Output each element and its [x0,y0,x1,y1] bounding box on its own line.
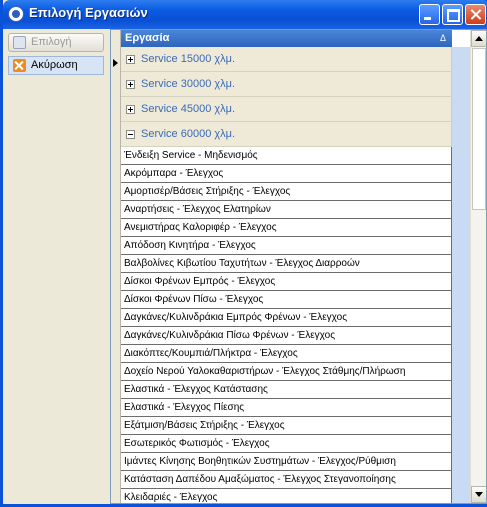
collapse-icon[interactable] [126,130,135,139]
group-row[interactable]: Service 60000 χλμ. [121,122,452,147]
table-row[interactable]: Κατάσταση Δαπέδου Αμαξώματος - Έλεγχος Σ… [121,471,452,489]
column-header-task[interactable]: Εργασία Δ [121,30,452,47]
table-row[interactable]: Ιμάντες Κίνησης Βοηθητικών Συστημάτων - … [121,453,452,471]
sort-ascending-icon: Δ [439,33,446,43]
group-label: Service 60000 χλμ. [141,128,236,140]
cancel-button-label: Ακύρωση [31,59,78,71]
selection-window: Επιλογή Εργασιών Επιλογή Ακύρωση Εργασία… [0,0,487,507]
scroll-up-button[interactable] [471,30,486,47]
table-row[interactable]: Βαλβολίνες Κιβωτίου Ταχυτήτων - Έλεγχος … [121,255,452,273]
grid-empty-column [452,47,470,503]
table-row[interactable]: Αναρτήσεις - Έλεγχος Ελατηρίων [121,201,452,219]
scroll-thumb[interactable] [472,48,486,210]
table-row[interactable]: Εσωτερικός Φωτισμός - Έλεγχος [121,435,452,453]
table-row[interactable]: Ανεμιστήρας Καλοριφέρ - Έλεγχος [121,219,452,237]
app-icon [8,6,24,22]
group-label: Service 30000 χλμ. [141,78,236,90]
group-row[interactable]: Service 45000 χλμ. [121,97,452,122]
disk-icon [13,36,26,49]
expand-icon[interactable] [126,105,135,114]
table-row[interactable]: Δίσκοι Φρένων Εμπρός - Έλεγχος [121,273,452,291]
vertical-scrollbar[interactable] [470,30,486,503]
table-row[interactable]: Δοχείο Νερού Υαλοκαθαριστήρων - Έλεγχος … [121,363,452,381]
table-row[interactable]: Ακρόμπαρα - Έλεγχος [121,165,452,183]
table-row[interactable]: Κλειδαριές - Έλεγχος [121,489,452,503]
table-row[interactable]: Ελαστικά - Έλεγχος Κατάστασης [121,381,452,399]
select-button-label: Επιλογή [31,36,72,48]
expand-icon[interactable] [126,80,135,89]
table-row[interactable]: Απόδοση Κινητήρα - Έλεγχος [121,237,452,255]
scroll-down-button[interactable] [471,486,486,503]
table-row[interactable]: Δαγκάνες/Κυλινδράκια Πίσω Φρένων - Έλεγχ… [121,327,452,345]
close-button[interactable] [465,4,486,25]
column-header-label: Εργασία [125,32,170,44]
select-button[interactable]: Επιλογή [8,33,104,52]
row-indicator-column [111,30,121,503]
cancel-button[interactable]: Ακύρωση [8,56,104,75]
window-title: Επιλογή Εργασιών [29,5,148,20]
grid-rows: Service 15000 χλμ. Service 30000 χλμ. Serv… [121,47,452,503]
maximize-button[interactable] [442,4,463,25]
table-row[interactable]: Δαγκάνες/Κυλινδράκια Εμπρός Φρένων - Έλε… [121,309,452,327]
table-row[interactable]: Εξάτμιση/Βάσεις Στήριξης - Έλεγχος [121,417,452,435]
minimize-button[interactable] [419,4,440,25]
current-row-arrow-icon [113,59,118,67]
group-label: Service 45000 χλμ. [141,103,236,115]
table-row[interactable]: Ένδειξη Service - Μηδενισμός [121,147,452,165]
group-label: Service 15000 χλμ. [141,53,236,65]
expand-icon[interactable] [126,55,135,64]
group-row[interactable]: Service 30000 χλμ. [121,72,452,97]
table-row[interactable]: Διακόπτες/Κουμπιά/Πλήκτρα - Έλεγχος [121,345,452,363]
title-bar[interactable]: Επιλογή Εργασιών [3,0,487,29]
table-row[interactable]: Δίσκοι Φρένων Πίσω - Έλεγχος [121,291,452,309]
tasks-grid[interactable]: Εργασία Δ Service 15000 χλμ. Service 3000… [110,29,487,504]
close-x-icon [13,59,26,72]
group-row[interactable]: Service 15000 χλμ. [121,47,452,72]
table-row[interactable]: Αμορτισέρ/Βάσεις Στήριξης - Έλεγχος [121,183,452,201]
table-row[interactable]: Ελαστικά - Έλεγχος Πίεσης [121,399,452,417]
